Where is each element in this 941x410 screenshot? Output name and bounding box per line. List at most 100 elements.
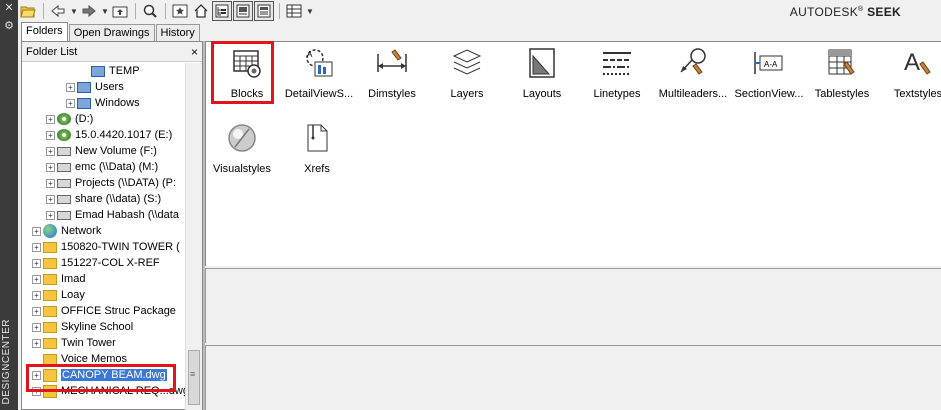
preview-icon[interactable] (233, 1, 253, 21)
expand-icon[interactable]: + (46, 130, 55, 140)
tree-item[interactable]: +150820-TWIN TOWER ( (22, 239, 185, 255)
content-item-sectionview[interactable]: A-A SectionView... (733, 42, 805, 112)
expand-icon[interactable]: + (46, 114, 55, 124)
textstyles-icon: A (901, 46, 935, 80)
content-item-visualstyles[interactable]: Visualstyles (206, 117, 278, 187)
brand-logo: AUTODESK® SEEK (790, 5, 901, 19)
favorites-icon[interactable] (170, 1, 190, 21)
content-item-layouts[interactable]: Layouts (506, 42, 578, 112)
drive-icon (57, 178, 71, 188)
forward-icon[interactable] (79, 1, 99, 21)
expand-icon[interactable]: + (46, 194, 55, 204)
tree-item-label: Emad Habash (\\data (75, 209, 179, 221)
tree-item[interactable]: +15.0.4420.1017 (E:) (22, 127, 185, 143)
close-palette-icon[interactable]: ✕ (3, 2, 15, 14)
folder-icon (43, 241, 57, 253)
expand-icon[interactable]: + (32, 258, 41, 268)
tree-item[interactable]: + Network (22, 223, 185, 239)
back-dropdown-icon[interactable]: ▼ (69, 7, 79, 16)
content-item-blocks[interactable]: Blocks (211, 42, 283, 112)
expand-icon[interactable]: + (46, 178, 55, 188)
expand-icon[interactable]: + (32, 226, 41, 236)
expand-icon[interactable]: + (32, 306, 41, 316)
expand-icon[interactable]: + (32, 370, 41, 380)
tree-item[interactable]: + emc (\\Data) (M:) (22, 159, 185, 175)
tab-history[interactable]: History (155, 24, 200, 41)
tab-folders[interactable]: Folders (21, 22, 68, 41)
tree-toggle-icon[interactable] (212, 1, 232, 21)
expand-icon[interactable]: + (32, 242, 41, 252)
description-icon[interactable] (254, 1, 274, 21)
tree-item[interactable]: + MECHANICAL REQ...dwg (22, 383, 185, 399)
folder-list-close-icon[interactable]: × (191, 45, 198, 59)
palette-settings-icon[interactable]: ⚙ (3, 20, 15, 32)
tab-open-drawings[interactable]: Open Drawings (68, 24, 155, 41)
tree-item[interactable]: + New Volume (F:) (22, 143, 185, 159)
folder-tree-scrollbar[interactable] (185, 63, 202, 410)
expand-icon[interactable]: + (46, 210, 55, 220)
content-item-dimstyles[interactable]: Dimstyles (356, 42, 428, 112)
content-item-linetypes[interactable]: Linetypes (581, 42, 653, 112)
content-item-xrefs[interactable]: Xrefs (281, 117, 353, 187)
content-item-multileaders[interactable]: Multileaders... (657, 42, 729, 112)
tree-item-label: 150820-TWIN TOWER ( (61, 241, 180, 253)
tree-item-label: Windows (95, 97, 140, 109)
home-icon[interactable] (191, 1, 211, 21)
tree-item[interactable]: + Windows (22, 95, 185, 111)
expand-icon[interactable]: + (46, 162, 55, 172)
palette-title-strip[interactable]: ✕ ⚙ DESIGNCENTER (0, 0, 18, 410)
expand-icon[interactable]: + (32, 338, 41, 348)
folder-icon (43, 289, 57, 301)
content-item-label: DetailViewS... (284, 88, 354, 100)
content-item-label: Dimstyles (368, 88, 416, 100)
expand-icon[interactable]: + (32, 274, 41, 284)
brand-reg: ® (858, 6, 864, 13)
tree-item-label: TEMP (109, 65, 140, 77)
tree-item[interactable]: + Projects (\\DATA) (P: (22, 175, 185, 191)
tree-item[interactable]: + OFFICE Struc Package (22, 303, 185, 319)
content-item-label: Multileaders... (658, 88, 728, 100)
content-item-detailviews[interactable]: A DetailViewS... (283, 42, 355, 112)
tree-item[interactable]: + Users (22, 79, 185, 95)
expand-icon[interactable]: + (32, 322, 41, 332)
expand-icon[interactable]: + (66, 98, 75, 108)
views-icon[interactable] (284, 1, 304, 21)
cd-icon (57, 113, 71, 125)
tree-item[interactable]: + share (\\data) (S:) (22, 191, 185, 207)
scrollbar-thumb[interactable] (188, 350, 200, 405)
expand-icon[interactable]: + (66, 82, 75, 92)
tree-item[interactable]: + (D:) (22, 111, 185, 127)
forward-dropdown-icon[interactable]: ▼ (100, 7, 110, 16)
tree-item[interactable]: + Imad (22, 271, 185, 287)
tablestyles-icon (825, 46, 859, 80)
content-item-textstyles[interactable]: A Textstyles (882, 42, 941, 112)
tree-item[interactable]: + Twin Tower (22, 335, 185, 351)
content-item-tablestyles[interactable]: Tablestyles (806, 42, 878, 112)
load-icon[interactable] (18, 1, 38, 21)
tree-item[interactable]: +151227-COL X-REF (22, 255, 185, 271)
tree-item[interactable]: + Emad Habash (\\data (22, 207, 185, 223)
tree-item[interactable]: Voice Memos (22, 351, 185, 367)
tree-item[interactable]: + CANOPY BEAM.dwg (22, 367, 185, 383)
expand-icon[interactable]: + (46, 146, 55, 156)
expand-icon[interactable]: + (32, 290, 41, 300)
dimstyles-icon (375, 46, 409, 80)
tree-item-label: Imad (61, 273, 86, 285)
tree-item-label: MECHANICAL REQ...dwg (61, 385, 185, 397)
back-icon[interactable] (48, 1, 68, 21)
tree-item[interactable]: TEMP (22, 63, 185, 79)
tree-item[interactable]: + Skyline School (22, 319, 185, 335)
network-icon (43, 224, 57, 238)
search-icon[interactable] (140, 1, 160, 21)
up-icon[interactable] (110, 1, 130, 21)
folder-icon (43, 305, 57, 317)
content-item-label: Layouts (522, 88, 562, 100)
folder-list-panel: Folder List × TEMP + Users + Windows + (D:) +15… (21, 41, 203, 410)
content-item-layers[interactable]: Layers (431, 42, 503, 112)
tree-item-label: Users (95, 81, 124, 93)
tree-item[interactable]: + Loay (22, 287, 185, 303)
views-dropdown-icon[interactable]: ▼ (305, 7, 315, 16)
dwg-icon (43, 368, 57, 382)
folder-tree[interactable]: TEMP + Users + Windows + (D:) +15.0.4420.1017 (… (22, 63, 185, 410)
expand-icon[interactable]: + (32, 386, 41, 396)
